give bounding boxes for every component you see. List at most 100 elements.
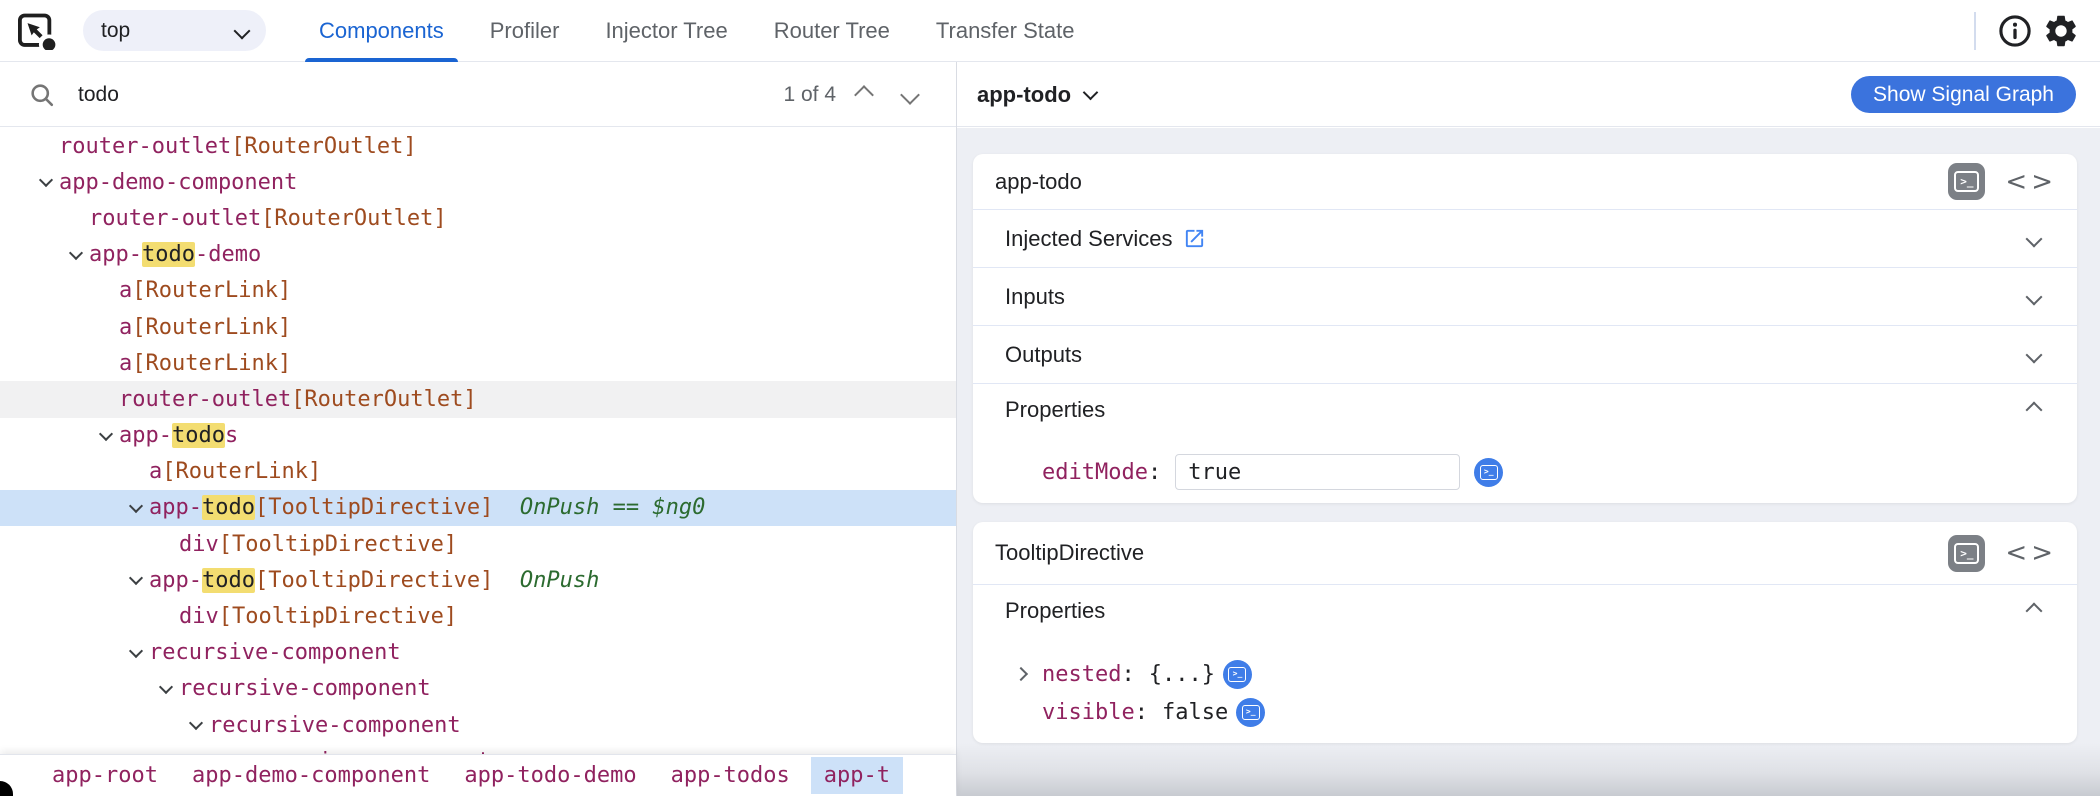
tree-row[interactable]: a [RouterLink]: [0, 454, 956, 490]
tree-node-label: app-: [119, 423, 172, 449]
tree-row[interactable]: div [TooltipDirective]: [0, 598, 956, 634]
chevron-down-icon[interactable]: [158, 679, 174, 694]
log-property-button[interactable]: [1474, 457, 1504, 487]
search-icon: [31, 83, 54, 106]
chevron-down-icon[interactable]: [188, 716, 204, 731]
chevron-down-icon[interactable]: [98, 426, 114, 441]
tree-node-label: recursive-component: [209, 712, 461, 738]
chevron-down-icon: [2025, 346, 2043, 363]
tree-node-label: [TooltipDirective]: [218, 531, 458, 557]
open-in-new-button[interactable]: [1183, 227, 1206, 250]
previous-match-button[interactable]: [844, 75, 884, 115]
tree-row[interactable]: app-todo s: [0, 418, 956, 454]
tree-row[interactable]: recursive-component: [0, 635, 956, 671]
tree-row[interactable]: app-demo-component: [0, 164, 956, 200]
expand-chevron-slot: [38, 173, 59, 188]
change-detection-label: OnPush: [493, 567, 600, 593]
chevron-down-icon: [233, 22, 251, 39]
gear-icon: [2046, 15, 2076, 46]
chevron-up-icon: [2025, 401, 2043, 419]
search-match-count: 1 of 4: [783, 82, 836, 106]
search-highlight: todo: [201, 567, 255, 593]
info-button[interactable]: [1992, 8, 2038, 54]
toolbar-divider: [1974, 11, 1976, 50]
breadcrumb-item-app-root[interactable]: app-root: [52, 763, 158, 788]
chevron-down-icon[interactable]: [128, 643, 144, 658]
tree-node-label: app-: [89, 242, 142, 268]
change-detection-label: OnPush == $ng0: [493, 495, 706, 521]
tree-row[interactable]: recursive-component: [0, 671, 956, 707]
info-icon: [1999, 14, 2031, 47]
tree-row[interactable]: app-todo [TooltipDirective] OnPush: [0, 562, 956, 598]
search-input[interactable]: [76, 81, 784, 108]
property-value: {...}: [1148, 661, 1215, 687]
breadcrumb-item-app-todos[interactable]: app-todos: [671, 763, 790, 788]
section-inputs[interactable]: Inputs: [973, 268, 2077, 326]
view-source-button[interactable]: [2005, 167, 2057, 197]
tree-node-label: [RouterLink]: [132, 278, 292, 304]
expand-chevron-slot: [158, 679, 179, 694]
breadcrumb-item-app-todo-demo[interactable]: app-todo-demo: [464, 763, 636, 788]
tab-transfer-state[interactable]: Transfer State: [936, 0, 1075, 62]
tree-node-label: [RouterOutlet]: [291, 386, 477, 412]
property-colon: :: [1147, 459, 1162, 485]
tree-node-label: [RouterOutlet]: [231, 133, 417, 159]
tree-row[interactable]: router-outlet [RouterOutlet]: [0, 200, 956, 236]
section-outputs[interactable]: Outputs: [973, 326, 2077, 384]
next-match-button[interactable]: [890, 75, 930, 115]
tree-row[interactable]: router-outlet [RouterOutlet]: [0, 381, 956, 418]
search-highlight: todo: [141, 242, 195, 268]
frame-selector-dropdown[interactable]: top: [83, 10, 266, 51]
chevron-up-icon: [854, 84, 874, 105]
chevron-down-icon[interactable]: [128, 571, 144, 586]
show-signal-graph-button[interactable]: Show Signal Graph: [1851, 76, 2076, 113]
element-picker-icon: [18, 13, 58, 50]
breadcrumb: app-root app-demo-component app-todo-demo a…: [0, 754, 956, 796]
search-highlight: todo: [201, 495, 255, 521]
element-picker-button[interactable]: [14, 9, 60, 53]
section-label: Outputs: [1005, 341, 1083, 367]
chevron-down-icon[interactable]: [128, 498, 144, 514]
tab-components[interactable]: Components: [305, 0, 458, 62]
tree-node-label: [RouterOutlet]: [261, 205, 447, 231]
tree-row[interactable]: app-todo [TooltipDirective] OnPush == $ng…: [0, 489, 956, 527]
tree-node-label: [RouterLink]: [132, 350, 292, 376]
tree-row[interactable]: router-outlet [RouterOutlet]: [0, 128, 956, 164]
tab-profiler[interactable]: Profiler: [490, 0, 560, 62]
log-to-console-button[interactable]: [1948, 163, 1986, 200]
chevron-down-icon[interactable]: [68, 245, 84, 260]
settings-button[interactable]: [2038, 8, 2084, 54]
component-search-bar: 1 of 4: [0, 63, 956, 127]
tree-row[interactable]: a [RouterLink]: [0, 345, 956, 381]
tree-node-label: [RouterLink]: [132, 314, 292, 340]
section-properties[interactable]: Properties: [973, 384, 2077, 436]
breadcrumb-item-app-t[interactable]: app-t: [810, 757, 904, 794]
section-injected-services[interactable]: Injected Services: [973, 210, 2077, 268]
chevron-up-icon: [2025, 602, 2043, 620]
tree-row[interactable]: a [RouterLink]: [0, 273, 956, 309]
tree-row[interactable]: recursive-component: [0, 707, 956, 743]
tab-injector-tree[interactable]: Injector Tree: [605, 0, 727, 62]
log-to-console-button[interactable]: [1948, 534, 1986, 572]
view-source-button[interactable]: [2005, 538, 2057, 568]
section-properties[interactable]: Properties: [973, 585, 2077, 637]
property-value-input[interactable]: [1175, 454, 1461, 490]
tree-node-label: router-outlet: [119, 386, 292, 412]
expand-slot[interactable]: [1013, 666, 1042, 682]
log-property-button[interactable]: [1222, 659, 1252, 689]
tree-row[interactable]: a [RouterLink]: [0, 309, 956, 345]
breadcrumb-item-app-demo-component[interactable]: app-demo-component: [192, 763, 430, 788]
selected-component-dropdown[interactable]: app-todo: [977, 82, 1099, 108]
log-property-button[interactable]: [1236, 697, 1266, 727]
tree-row[interactable]: app-todo -demo: [0, 237, 956, 273]
tab-router-tree[interactable]: Router Tree: [774, 0, 890, 62]
tree-row[interactable]: div [TooltipDirective]: [0, 526, 956, 562]
section-label: Injected Services: [1005, 225, 1173, 251]
expand-chevron-slot: [68, 245, 89, 260]
tree-node-label: s: [224, 423, 239, 449]
chevron-down-icon[interactable]: [38, 173, 54, 188]
terminal-icon: [1241, 704, 1260, 720]
property-colon: :: [1121, 661, 1135, 687]
inspector-card-app-todo: app-todo Injected Services Inputs Outputs Pr…: [973, 154, 2077, 503]
inspector-body: app-todo Injected Services Inputs Outputs Pr…: [957, 128, 2100, 796]
